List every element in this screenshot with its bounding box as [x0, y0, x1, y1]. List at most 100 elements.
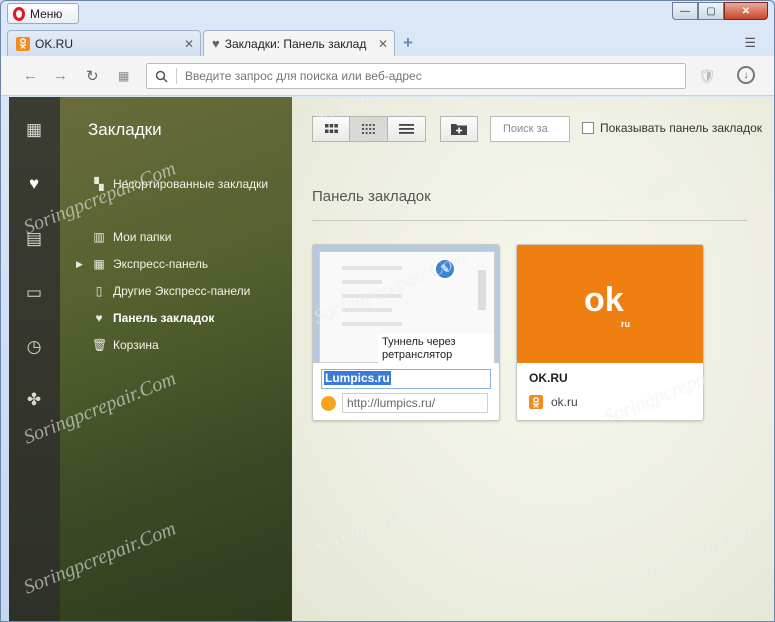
maximize-button[interactable]: ▢	[698, 2, 724, 20]
sidebar-title: Закладки	[88, 120, 162, 139]
new-folder-icon	[451, 124, 467, 135]
browser-window: Меню — ▢ ✕ OK.RU ✕ ♥ Закладки: Панель за…	[0, 0, 775, 622]
unsorted-icon: ▚	[94, 177, 104, 191]
list-icon	[399, 124, 414, 134]
phone-icon: ▯	[95, 284, 103, 298]
extensions-icon[interactable]: ✤	[23, 389, 45, 411]
sidebar-item-label: Несортированные закладки	[113, 177, 269, 191]
thumbnail-scrollbar	[478, 270, 486, 310]
thumbnail-line	[342, 266, 402, 270]
tab-label: Закладки: Панель заклад	[224, 36, 367, 51]
section-divider	[312, 220, 747, 221]
bookmark-card[interactable]: ok ru OK.RU ok.ru	[516, 244, 704, 421]
grid-icon: ▦	[93, 257, 105, 271]
expand-arrow-icon[interactable]: ▶	[76, 259, 83, 270]
bookmark-url-row: ok.ru	[529, 395, 578, 409]
tab-bar: OK.RU ✕ ♥ Закладки: Панель заклад ✕ + ☰	[1, 28, 774, 56]
sidebar-item-my-folders[interactable]: ▥ Мои папки	[92, 230, 171, 244]
sidebar-item-label: Другие Экспресс-панели	[113, 284, 251, 298]
small-grid-icon	[362, 124, 375, 134]
reload-icon[interactable]: ↻	[86, 67, 99, 85]
small-tiles-view-button[interactable]	[350, 116, 388, 142]
tab-bookmarks[interactable]: ♥ Закладки: Панель заклад ✕	[203, 30, 395, 56]
new-folder-button[interactable]	[440, 116, 478, 142]
shield-icon[interactable]: 🛡	[698, 68, 716, 85]
close-tab-icon[interactable]: ✕	[378, 37, 388, 51]
heart-icon: ♥	[95, 311, 103, 325]
tab-label: OK.RU	[35, 36, 74, 51]
speed-dial-icon[interactable]: ▦	[23, 119, 45, 141]
bookmarks-page: ▦ ♥ ▤ ▭ ◷ ✤ Закладки ▚ Несортированные з…	[9, 97, 774, 621]
view-mode-group	[312, 116, 426, 142]
lumpics-favicon-icon	[321, 395, 336, 411]
sidebar-rail: ▦ ♥ ▤ ▭ ◷ ✤	[9, 97, 60, 621]
list-view-button[interactable]	[388, 116, 426, 142]
close-window-button[interactable]: ✕	[724, 2, 768, 20]
bookmarks-main: Поиск за Показывать панель закладок Пане…	[292, 97, 774, 621]
news-icon[interactable]: ▤	[23, 228, 45, 250]
menu-label: Меню	[30, 6, 63, 21]
ok-favicon-icon	[529, 395, 543, 409]
address-separator	[176, 68, 177, 84]
ok-logo: ok	[584, 281, 624, 319]
bookmark-url-row: http://lumpics.ru/	[321, 393, 488, 413]
edit-pencil-icon[interactable]: ✎	[434, 258, 456, 280]
history-icon[interactable]: ◷	[23, 336, 45, 358]
sidebar-item-trash[interactable]: 🗑 Корзина	[92, 338, 159, 352]
opera-menu-button[interactable]: Меню	[7, 3, 79, 24]
sidebar-item-other-speed-dials[interactable]: ▯ Другие Экспресс-панели	[92, 284, 251, 298]
sidebar-item-label: Экспресс-панель	[113, 257, 209, 271]
bookmarks-sidebar: Закладки ▚ Несортированные закладки ▥ Мо…	[60, 97, 292, 621]
thumbnail-line	[342, 308, 392, 312]
sidebar-item-label: Корзина	[113, 338, 159, 352]
bookmark-title: OK.RU	[529, 371, 568, 385]
sidebar-item-speed-dial[interactable]: ▦ Экспресс-панель	[92, 257, 208, 271]
thumbnail-tooltip: Туннель через ретранслятор	[378, 334, 494, 364]
sidebar-item-bookmarks-bar[interactable]: ♥ Панель закладок	[92, 311, 214, 325]
close-tab-icon[interactable]: ✕	[184, 37, 194, 51]
heart-icon[interactable]: ♥	[23, 173, 45, 195]
sidebar-item-unsorted[interactable]: ▚ Несортированные закладки	[92, 177, 268, 191]
address-input[interactable]	[185, 69, 665, 83]
large-tiles-view-button[interactable]	[312, 116, 350, 142]
tab-okru[interactable]: OK.RU ✕	[7, 30, 201, 56]
opera-logo-icon	[13, 6, 25, 21]
thumbnail-line	[342, 322, 402, 326]
forward-icon[interactable]: →	[53, 67, 68, 84]
trash-icon: 🗑	[92, 338, 108, 352]
bookmark-title-field[interactable]: Lumpics.ru	[321, 369, 491, 389]
bookmark-title-selection: Lumpics.ru	[324, 371, 391, 385]
bookmark-url: ok.ru	[551, 395, 578, 409]
minimize-button[interactable]: —	[672, 2, 698, 20]
bookmark-url-field[interactable]: http://lumpics.ru/	[342, 393, 488, 413]
new-tab-button[interactable]: +	[403, 33, 413, 53]
address-bar[interactable]	[146, 63, 686, 89]
thumbnail-page: Туннель через ретранслятор	[319, 251, 495, 364]
sidebar-item-label: Мои папки	[113, 230, 172, 244]
section-title: Панель закладок	[312, 188, 431, 205]
bookmark-card[interactable]: Туннель через ретранслятор ✎ Lumpics.ru …	[312, 244, 500, 421]
bookmark-search-input[interactable]: Поиск за	[490, 116, 570, 142]
show-bookmarks-bar-toggle[interactable]: Показывать панель закладок	[582, 121, 762, 135]
folders-icon: ▥	[93, 230, 105, 244]
navigation-toolbar: ← → ↻ ▦ 🛡 ↓	[1, 56, 774, 96]
devices-icon[interactable]: ▭	[23, 282, 45, 304]
thumbnail-line	[342, 294, 402, 298]
search-icon	[155, 70, 168, 83]
back-icon[interactable]: ←	[23, 67, 38, 84]
title-bar: Меню — ▢ ✕	[1, 1, 774, 27]
show-bookmarks-bar-checkbox[interactable]	[582, 122, 594, 134]
download-icon[interactable]: ↓	[737, 66, 755, 84]
large-grid-icon	[324, 124, 338, 133]
thumbnail-line	[342, 280, 382, 284]
tab-menu-icon[interactable]: ☰	[744, 35, 756, 51]
show-bookmarks-bar-label: Показывать панель закладок	[600, 121, 763, 135]
ok-favicon-icon	[16, 36, 30, 51]
heart-icon: ♥	[212, 36, 220, 51]
bookmark-thumbnail[interactable]: ok ru	[517, 245, 703, 363]
speed-dial-icon[interactable]: ▦	[118, 69, 129, 83]
window-controls: — ▢ ✕	[672, 2, 768, 20]
sidebar-item-label: Панель закладок	[113, 311, 215, 325]
bookmark-thumbnail[interactable]: Туннель через ретранслятор ✎	[313, 245, 499, 364]
ok-logo-sub: ru	[621, 319, 630, 329]
